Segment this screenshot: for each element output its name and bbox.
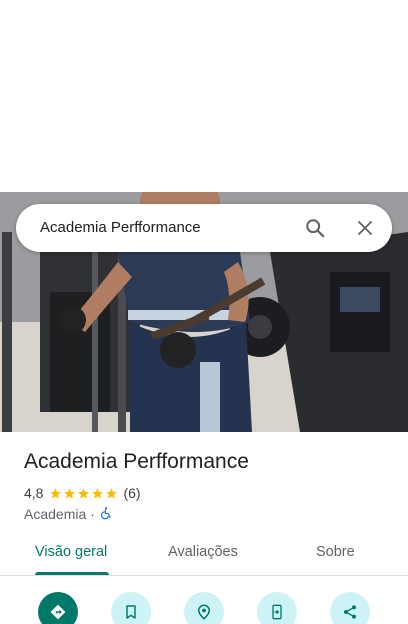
review-count: (6): [123, 485, 141, 501]
rating-value: 4,8: [24, 485, 44, 501]
wheelchair-icon: [99, 506, 113, 523]
tab-reviews[interactable]: Avaliações: [168, 544, 238, 560]
star-icon: [106, 487, 118, 499]
send-to-phone-button[interactable]: [257, 592, 297, 624]
directions-icon: [50, 604, 66, 620]
save-button[interactable]: [111, 592, 151, 624]
search-input[interactable]: Academia Perfformance: [40, 219, 201, 236]
directions-button[interactable]: [38, 592, 78, 624]
tab-overview[interactable]: Visão geral: [35, 544, 107, 560]
star-icon: [92, 487, 104, 499]
separator: ·: [90, 506, 95, 522]
nearby-icon: [197, 604, 211, 620]
action-buttons: [0, 590, 408, 624]
star-icon: [64, 487, 76, 499]
star-icon: [50, 487, 62, 499]
share-icon: [344, 605, 356, 619]
share-button[interactable]: [330, 592, 370, 624]
send-to-phone-icon: [272, 604, 282, 620]
place-category: Academia: [24, 506, 87, 522]
active-tab-indicator: [35, 572, 109, 575]
rating-row[interactable]: 4,8 (6): [24, 484, 141, 502]
rating-stars: [49, 487, 119, 500]
star-icon: [78, 487, 90, 499]
category-row: Academia ·: [24, 505, 113, 523]
search-bar[interactable]: Academia Perfformance: [16, 204, 392, 252]
nearby-button[interactable]: [184, 592, 224, 624]
place-title: Academia Perfformance: [24, 450, 249, 473]
save-bookmark-icon: [126, 605, 136, 619]
tab-about[interactable]: Sobre: [316, 544, 355, 560]
map-area: [0, 0, 408, 192]
tab-bar: Visão geral Avaliações Sobre: [0, 536, 408, 576]
search-icon[interactable]: [303, 216, 327, 240]
close-icon[interactable]: [353, 216, 377, 240]
